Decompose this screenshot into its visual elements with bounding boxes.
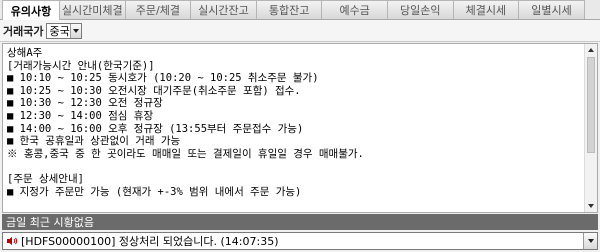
- notice-panel: 상해A주 [거래가능시간 안내(한국기준)] ■ 10:10 ~ 10:25 동시호…: [2, 43, 598, 213]
- tab-orders-executions[interactable]: 주문/체결: [124, 0, 192, 19]
- message-history-dropdown[interactable]: [583, 233, 597, 249]
- country-label: 거래국가: [3, 24, 44, 38]
- notice-line: ■ 10:30 ~ 12:30 오전 정규장: [7, 97, 163, 110]
- tab-daily-quotes[interactable]: 일별시세: [518, 0, 585, 19]
- filter-bar: 거래국가 중국: [0, 20, 600, 42]
- country-select-value: 중국: [49, 24, 70, 38]
- tab-realtime-unfilled[interactable]: 실시간미체결: [59, 0, 126, 19]
- notice-scrollbar[interactable]: [584, 44, 597, 212]
- message-text: [HDFS00000100] 정상처리 되었습니다. (14:07:35): [21, 235, 279, 248]
- market-status-text: 금일 최근 시황없음: [6, 216, 94, 229]
- notice-line: 상해A주: [7, 47, 43, 59]
- notice-line: ■ 10:25 ~ 10:30 오전시장 대기주문(취소주문 포함) 접수.: [7, 84, 301, 97]
- notice-line: [주문 상세안내]: [7, 172, 84, 185]
- notice-line: ■ 14:00 ~ 16:00 오후 정규장 (13:55부터 주문접수 가능): [7, 122, 304, 135]
- chevron-down-icon[interactable]: [70, 23, 82, 38]
- notice-line: ※ 홍콩,중국 중 한 곳이라도 매매일 또는 결제일이 휴일일 경우 매매불가…: [7, 147, 364, 160]
- notice-line: ■ 12:30 ~ 14:00 점심 휴장: [7, 109, 154, 122]
- notice-line: ■ 10:10 ~ 10:25 동시호가 (10:20 ~ 10:25 취소주문…: [7, 72, 319, 85]
- tab-daily-pnl[interactable]: 당일손익: [386, 0, 454, 19]
- notice-line: ■ 한국 공휴일과 상관없이 거래 가능: [7, 135, 181, 148]
- tab-bar: 유의사항 실시간미체결 주문/체결 실시간잔고 통합잔고 예수금 당일손익 체결…: [0, 0, 600, 20]
- market-status-bar: 금일 최근 시황없음: [2, 214, 598, 230]
- notice-line: ■ 지정가 주문만 가능 (현재가 +-3% 범위 내에서 주문 가능): [7, 185, 302, 198]
- tab-realtime-balance[interactable]: 실시간잔고: [190, 0, 257, 19]
- scrollbar-thumb[interactable]: [587, 57, 595, 153]
- country-select[interactable]: 중국: [46, 22, 83, 39]
- tab-integrated-balance[interactable]: 통합잔고: [255, 0, 323, 19]
- tab-deposit[interactable]: 예수금: [321, 0, 388, 19]
- scroll-up-icon[interactable]: [585, 44, 597, 56]
- tab-execution-quotes[interactable]: 체결시세: [452, 0, 520, 19]
- notice-text: 상해A주 [거래가능시간 안내(한국기준)] ■ 10:10 ~ 10:25 동시호…: [3, 44, 584, 212]
- scroll-down-icon[interactable]: [585, 200, 597, 212]
- notice-line: [거래가능시간 안내(한국기준)]: [7, 59, 155, 72]
- message-bar: [HDFS00000100] 정상처리 되었습니다. (14:07:35): [2, 232, 598, 250]
- notice-line: [7, 160, 580, 173]
- tab-notice[interactable]: 유의사항: [2, 0, 60, 20]
- speaker-icon: [7, 236, 18, 246]
